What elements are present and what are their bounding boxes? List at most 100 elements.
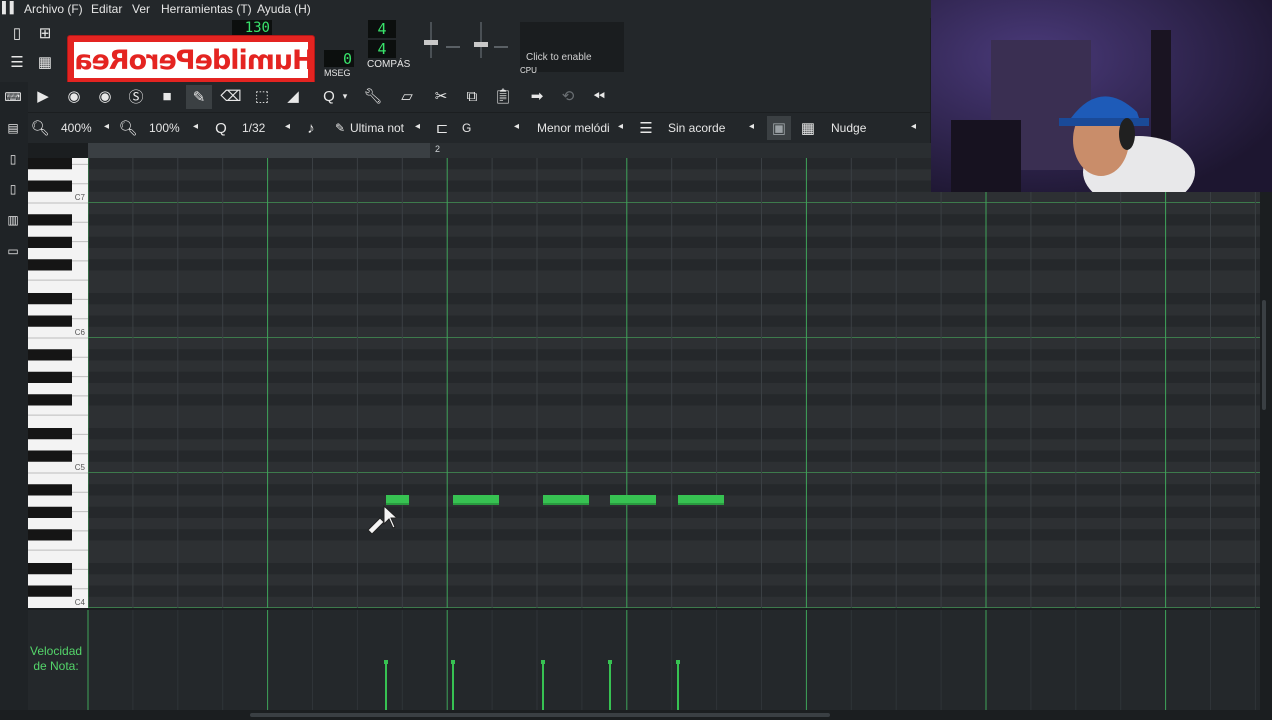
monitor-icon[interactable]: ▭ [2,240,24,262]
menu-ayuda[interactable]: Ayuda (H) [257,2,311,16]
zoom-v-arrow-icon[interactable]: ◂ [193,121,198,132]
channel-name-overlay: HumildePeroReal [67,36,315,86]
zoom-h-arrow-icon[interactable]: ◂ [104,121,109,132]
notes-layer[interactable] [88,158,1260,608]
song-view-icon[interactable]: ▤ [2,117,24,139]
tools-wrench-icon[interactable]: 🔧︎ [362,85,384,107]
menu-ver[interactable]: Ver [132,2,150,16]
bar-marker: 2 [435,144,441,154]
tempo-display[interactable]: 130 [232,20,272,36]
master-pitch-slider[interactable] [470,22,492,58]
menu-herramientas[interactable]: Herramientas (T) [161,2,252,16]
quantize-arrow-icon[interactable]: ◂ [285,121,290,132]
record-play-icon[interactable]: ◉ [94,85,116,107]
horizontal-scrollbar-thumb[interactable] [250,713,830,717]
velocity-bars[interactable] [28,610,1260,710]
grid-snap-icon[interactable]: ▦ [797,117,819,139]
black-key [28,158,72,170]
nudge-arrow-icon[interactable]: ◂ [911,121,916,132]
black-key [28,371,72,383]
black-key [28,428,72,440]
pencil-tool-icon[interactable]: ✎ [186,85,212,109]
horizontal-scrollbar-track[interactable] [0,710,1272,720]
note[interactable] [453,495,499,505]
chord-value[interactable]: Sin acorde [668,121,725,135]
overlay-text: HumildePeroReal [67,44,315,76]
octave-label-c5: C5 [74,463,85,472]
new-template-icon[interactable]: ⊞ [34,22,56,44]
note-length-value[interactable]: Ultima not [350,121,404,135]
scale-type-arrow-icon[interactable]: ◂ [618,121,623,132]
cut-icon[interactable]: ✂ [430,85,452,107]
compas-label: COMPÁS [367,59,411,70]
select-tool-icon[interactable]: ⬚ [251,85,273,107]
pitch-bend-tool-icon[interactable]: ◢ [282,85,304,107]
velocity-handle [676,660,680,664]
zoom-vertical-value[interactable]: 100% [149,121,180,135]
project-notes-icon[interactable]: ▯ [2,148,24,170]
scale-root-value[interactable]: G [462,121,471,135]
loop-icon[interactable]: ⟲ [557,85,579,107]
loop-range[interactable] [88,143,430,158]
note-grid[interactable] [88,158,1260,608]
record-icon[interactable]: ◉ [63,85,85,107]
black-key [28,450,72,462]
black-key [28,394,72,406]
pattern-editor-icon[interactable]: ▦ [34,51,56,73]
scale-type-value[interactable]: Menor melódi [537,121,610,135]
black-key [28,529,72,541]
zoom-horizontal-icon: 🔍︎ [30,120,50,137]
note[interactable] [610,495,656,505]
velocity-handle [608,660,612,664]
quantize-value[interactable]: 1/32 [242,121,265,135]
time-display[interactable]: 0 [324,50,354,68]
piano-keyboard[interactable]: C7 C6 C5 C4 [28,158,88,608]
black-key [28,585,72,597]
pencil-cursor-icon [366,504,399,535]
quantize-icon[interactable]: Q [318,85,340,107]
vertical-scrollbar[interactable] [1262,300,1266,410]
pencil-small-icon: ✎ [335,121,346,135]
cpu-meter[interactable]: Click to enable [520,22,624,72]
black-key [28,484,72,496]
play-icon[interactable]: ▶ [32,85,54,107]
velocity-handle [451,660,455,664]
webcam-image [931,0,1272,192]
master-volume-slider[interactable] [420,22,442,58]
new-file-icon[interactable]: ▯ [6,22,28,44]
scale-root-arrow-icon[interactable]: ◂ [514,121,519,132]
glue-notes-icon[interactable]: ▱ [396,85,418,107]
black-key [28,315,72,327]
chord-icon: ☰ [639,120,653,137]
paste-icon[interactable]: 📋︎ [492,85,514,107]
quantize-dropdown-icon[interactable]: ▾ [340,85,350,107]
go-forward-icon[interactable]: ➡ [526,85,548,107]
rewind-icon[interactable]: ⏪︎ [588,85,610,107]
stop-icon[interactable]: ■ [156,85,178,107]
nudge-value[interactable]: Nudge [831,121,866,135]
step-record-icon[interactable]: Ⓢ [125,85,147,107]
piano-roll-view-icon[interactable]: ⌨ [2,86,24,108]
ghost-notes-icon[interactable]: ▣ [767,116,791,140]
menu-archivo[interactable]: Archivo (F) [24,2,83,16]
black-key [28,293,72,305]
chord-arrow-icon[interactable]: ◂ [749,121,754,132]
mixer-icon[interactable]: ▥ [2,209,24,231]
note-length-arrow-icon[interactable]: ◂ [415,121,420,132]
octave-label-c4: C4 [74,598,85,607]
copy-icon[interactable]: ⧉ [461,85,483,107]
zoom-horizontal-value[interactable]: 400% [61,121,92,135]
note[interactable] [543,495,589,505]
file-browser-icon[interactable]: ▯ [2,178,24,200]
time-sig-numerator[interactable]: 4 [368,20,396,38]
menu-editar[interactable]: Editar [91,2,122,16]
time-sig-denominator[interactable]: 4 [368,40,396,58]
eraser-tool-icon[interactable]: ⌫ [220,85,242,107]
piano-keys[interactable] [28,158,88,608]
master-volume-icon [442,22,462,58]
note[interactable] [678,495,724,505]
velocity-lane[interactable]: Velocidad de Nota: [28,610,1260,710]
quantize-grid-icon: Q [215,119,227,137]
zoom-vertical-icon: 🔍︎ [118,120,138,137]
song-editor-icon[interactable]: ☰ [6,51,28,73]
